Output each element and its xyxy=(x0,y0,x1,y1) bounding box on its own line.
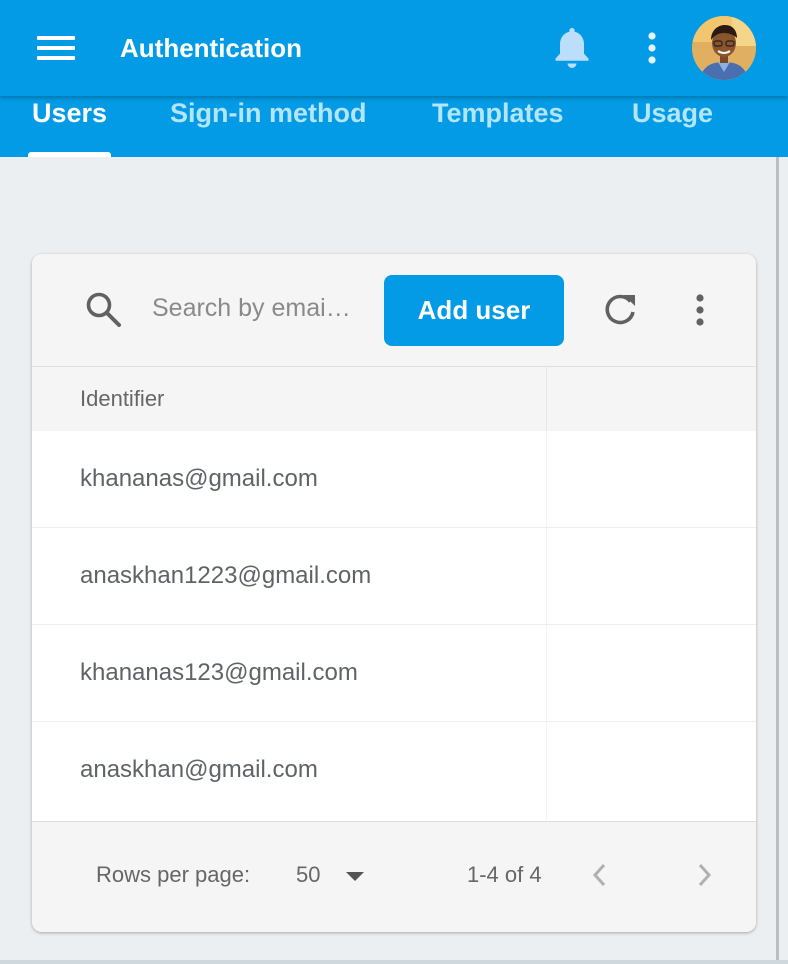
rows-per-page-label: Rows per page: xyxy=(96,862,251,887)
more-vert-icon[interactable] xyxy=(688,290,712,330)
bottom-edge xyxy=(0,960,788,964)
tab-usage-label: Usage xyxy=(632,98,714,128)
tab-sign-in-method-label: Sign-in method xyxy=(170,98,367,128)
tab-usage[interactable]: Usage xyxy=(632,96,713,157)
table-row[interactable]: khananas123@gmail.com xyxy=(32,625,756,722)
tab-bar: Users Sign-in method Templates Usage xyxy=(0,96,788,157)
identifier-cell: anaskhan@gmail.com xyxy=(80,756,318,783)
users-table-body: khananas@gmail.com anaskhan1223@gmail.co… xyxy=(32,431,756,821)
tab-users[interactable]: Users xyxy=(28,96,112,157)
dropdown-arrow-icon xyxy=(346,872,364,881)
table-row[interactable]: anaskhan@gmail.com xyxy=(32,722,756,820)
tab-users-label: Users xyxy=(32,98,108,128)
pagination-range: 1-4 of 4 xyxy=(467,862,542,887)
rows-per-page-select[interactable]: 50 xyxy=(296,856,376,894)
users-toolbar: Add user xyxy=(32,254,756,366)
search-icon xyxy=(86,292,121,327)
menu-icon[interactable] xyxy=(34,30,76,66)
active-tab-indicator xyxy=(28,152,112,157)
identifier-cell: khananas@gmail.com xyxy=(80,465,318,492)
pagination-footer: Rows per page: 50 1-4 of 4 xyxy=(32,821,756,932)
chevron-right-icon[interactable] xyxy=(692,856,716,894)
table-row[interactable]: anaskhan1223@gmail.com xyxy=(32,528,756,625)
search-input[interactable] xyxy=(152,286,376,330)
page-scrollbar[interactable] xyxy=(776,120,779,960)
tab-templates[interactable]: Templates xyxy=(432,96,564,157)
tab-templates-label: Templates xyxy=(432,98,564,128)
avatar[interactable] xyxy=(692,16,756,80)
users-card: Add user Identifier khananas@gmail.com a… xyxy=(32,254,756,932)
chevron-left-icon[interactable] xyxy=(588,856,612,894)
rows-per-page-value: 50 xyxy=(296,862,321,887)
refresh-icon[interactable] xyxy=(600,290,640,330)
app-bar: Authentication xyxy=(0,0,788,96)
table-row[interactable]: khananas@gmail.com xyxy=(32,431,756,528)
tab-sign-in-method[interactable]: Sign-in method xyxy=(170,96,366,157)
page: Authentication Users Sign-in method Temp… xyxy=(0,0,788,964)
identifier-cell: khananas123@gmail.com xyxy=(80,659,358,686)
column-divider xyxy=(546,722,547,820)
column-divider xyxy=(546,367,547,431)
column-divider xyxy=(546,625,547,721)
column-header-identifier[interactable]: Identifier xyxy=(80,367,164,431)
page-title: Authentication xyxy=(120,33,302,63)
identifier-cell: anaskhan1223@gmail.com xyxy=(80,562,372,589)
column-divider xyxy=(546,528,547,624)
bell-icon[interactable] xyxy=(550,24,594,72)
table-header: Identifier xyxy=(32,366,756,432)
more-vert-icon[interactable] xyxy=(640,28,664,68)
add-user-button[interactable]: Add user xyxy=(384,275,564,346)
column-divider xyxy=(546,431,547,527)
